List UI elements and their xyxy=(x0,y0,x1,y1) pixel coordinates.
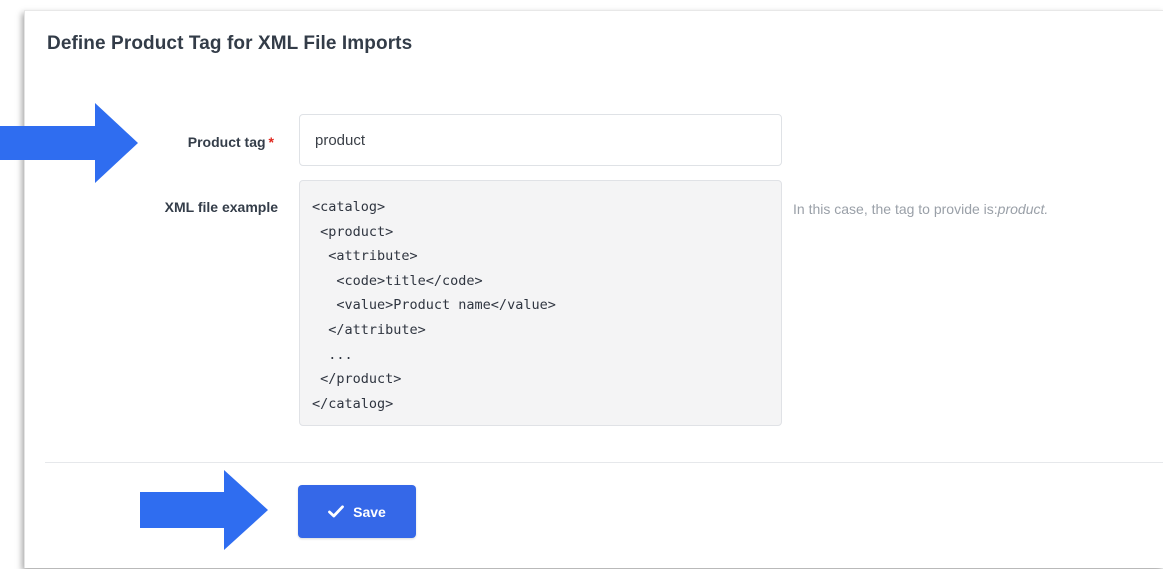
save-button[interactable]: Save xyxy=(298,485,416,538)
xml-example-code-block: <catalog> <product> <attribute> <code>ti… xyxy=(299,180,782,426)
xml-example-code: <catalog> <product> <attribute> <code>ti… xyxy=(312,199,556,412)
arrow-right-icon xyxy=(140,470,268,550)
xml-file-example-label: XML file example xyxy=(164,199,278,215)
product-tag-label-text: Product tag xyxy=(187,134,266,150)
save-button-label: Save xyxy=(353,503,386,520)
form-divider xyxy=(45,462,1163,463)
product-tag-input[interactable] xyxy=(299,114,782,166)
arrow-right-icon xyxy=(0,103,138,183)
tag-hint: In this case, the tag to provide is:prod… xyxy=(793,201,1048,217)
page-title: Define Product Tag for XML File Imports xyxy=(47,33,413,54)
tag-hint-text: In this case, the tag to provide is: xyxy=(793,201,998,217)
required-marker: * xyxy=(268,134,274,150)
product-tag-label: Product tag * xyxy=(120,134,274,150)
tag-hint-emphasis: product. xyxy=(997,201,1049,217)
checkmark-icon xyxy=(328,505,345,518)
